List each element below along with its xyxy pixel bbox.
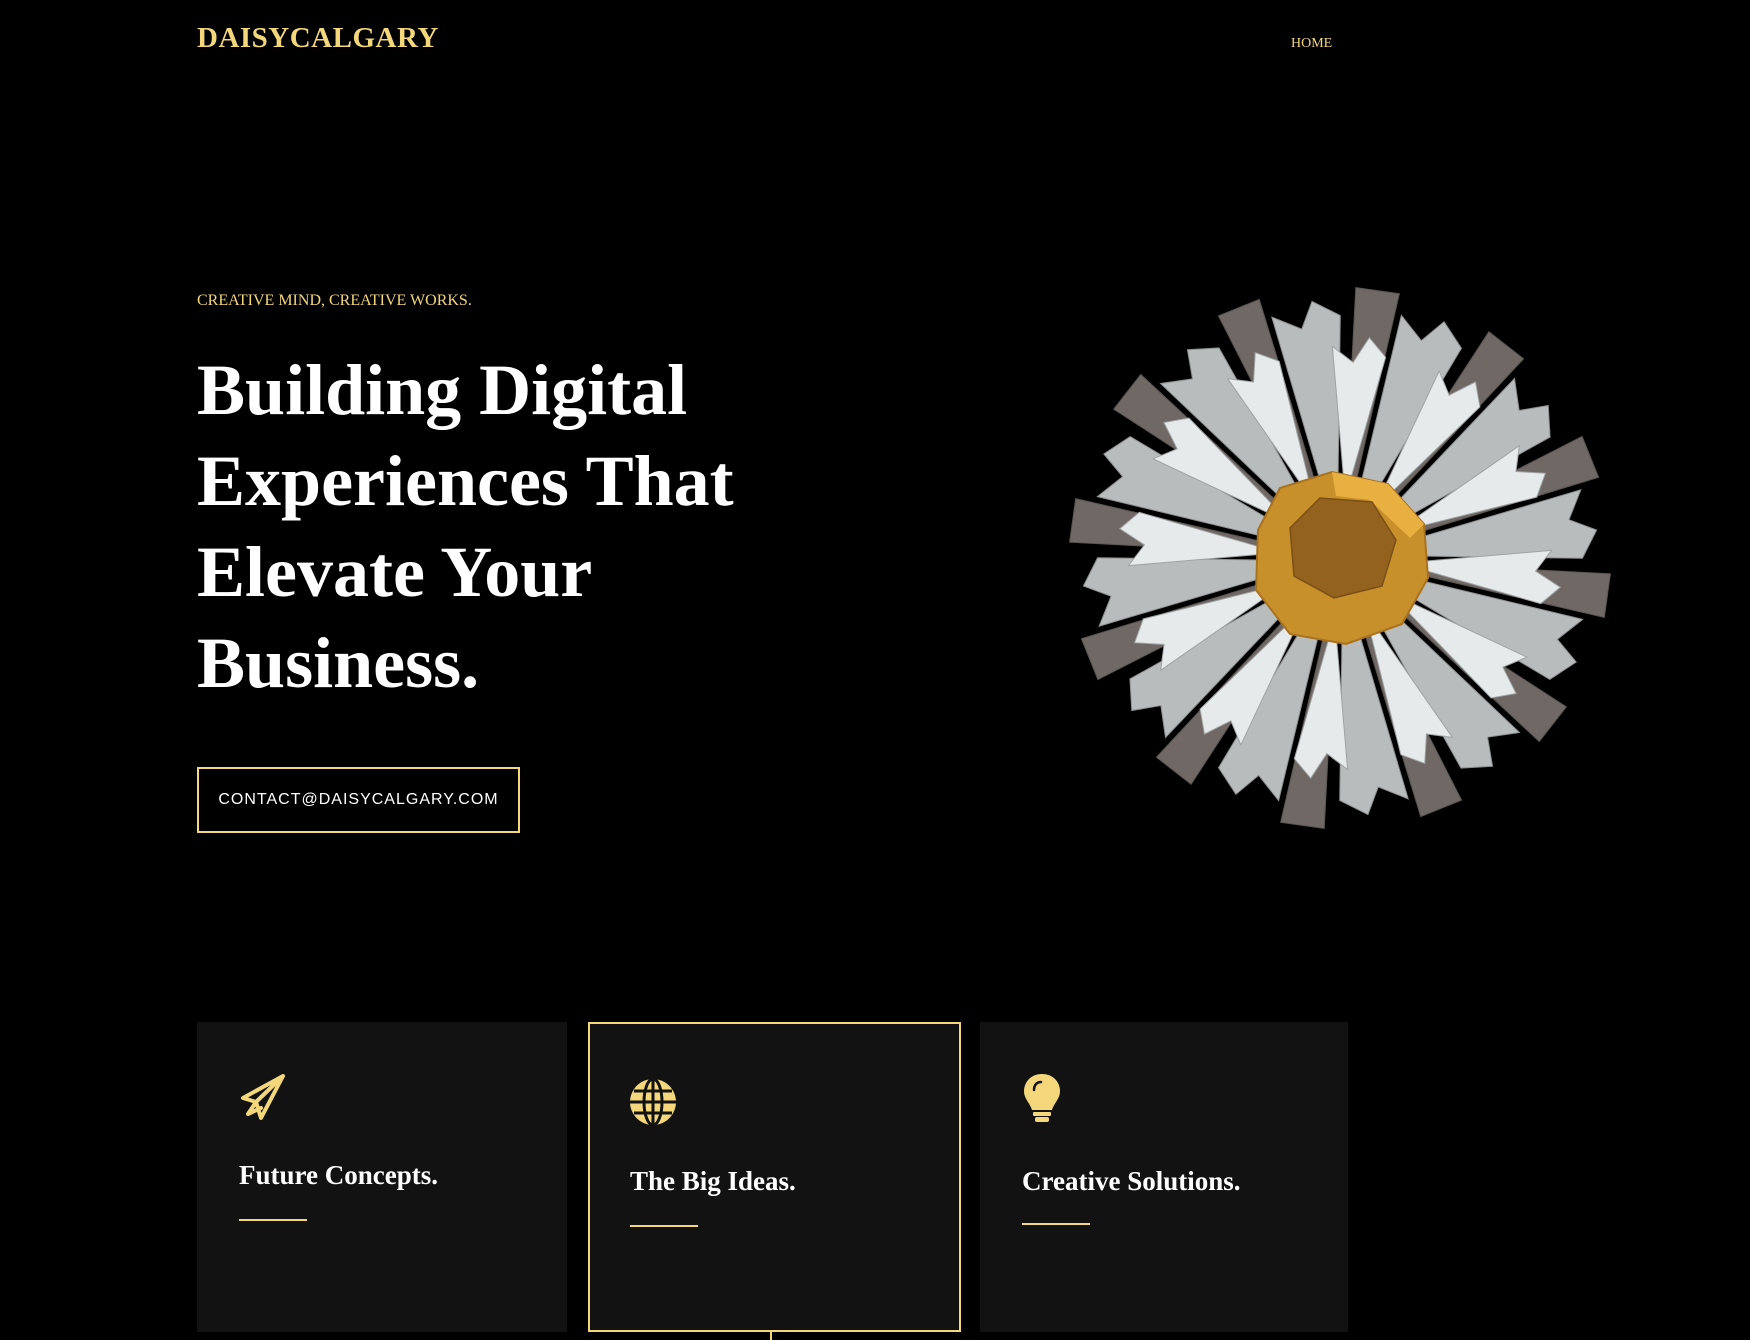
- globe-icon: [630, 1077, 676, 1127]
- hero-title: Building Digital Experiences That Elevat…: [197, 350, 734, 703]
- lightbulb-icon: [1024, 1074, 1060, 1122]
- card-underline: [630, 1225, 698, 1227]
- card-title: The Big Ideas.: [630, 1166, 796, 1196]
- feature-card-creative-solutions[interactable]: Creative Solutions.: [980, 1022, 1348, 1332]
- card-connector-tick: [770, 1332, 772, 1340]
- site-logo[interactable]: DAISYCALGARY: [197, 24, 439, 53]
- card-underline: [1022, 1223, 1090, 1225]
- nav-home-link[interactable]: HOME: [1291, 37, 1332, 51]
- card-underline: [239, 1219, 307, 1221]
- feature-card-future-concepts[interactable]: Future Concepts.: [197, 1022, 567, 1332]
- card-title: Future Concepts.: [239, 1160, 438, 1190]
- daisy-illustration: [1068, 286, 1612, 830]
- paper-plane-icon: [241, 1074, 285, 1120]
- card-title: Creative Solutions.: [1022, 1166, 1241, 1196]
- hero-eyebrow: CREATIVE MIND, CREATIVE WORKS.: [197, 292, 472, 309]
- contact-email-button[interactable]: CONTACT@DAISYCALGARY.COM: [197, 767, 520, 833]
- feature-card-big-ideas[interactable]: The Big Ideas.: [588, 1022, 961, 1332]
- contact-email-label: CONTACT@DAISYCALGARY.COM: [218, 791, 499, 808]
